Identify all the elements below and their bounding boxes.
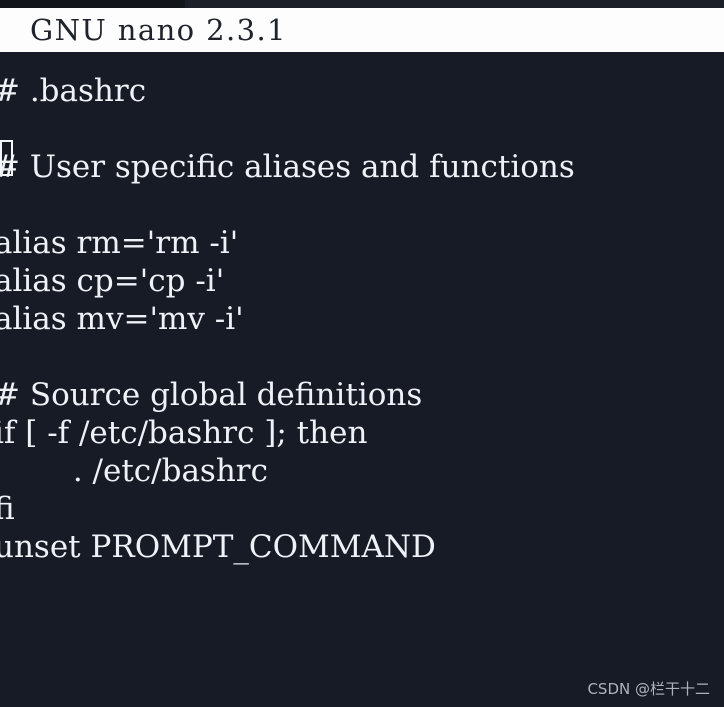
editor-line[interactable]: fi [0, 490, 724, 528]
editor-line[interactable]: if [ -f /etc/bashrc ]; then [0, 414, 724, 452]
editor-lines[interactable]: # .bashrc # User specific aliases and fu… [0, 72, 724, 566]
editor-line[interactable]: . /etc/bashrc [0, 452, 724, 490]
top-strip-left-segment [0, 0, 185, 8]
editor-line[interactable]: alias mv='mv -i' [0, 300, 724, 338]
top-strip [0, 0, 724, 8]
editor-line[interactable] [0, 338, 724, 376]
editor-line[interactable]: alias rm='rm -i' [0, 224, 724, 262]
editor-line[interactable]: # User specific aliases and functions [0, 148, 724, 186]
csdn-watermark: CSDN @栏干十二 [587, 680, 710, 698]
editor-text-area[interactable]: # .bashrc # User specific aliases and fu… [0, 52, 724, 707]
editor-line[interactable]: alias cp='cp -i' [0, 262, 724, 300]
editor-line[interactable]: # .bashrc [0, 72, 724, 110]
nano-title-bar: GNU nano 2.3.1 [0, 8, 724, 52]
editor-line[interactable]: unset PROMPT_COMMAND [0, 528, 724, 566]
nano-editor-screenshot: GNU nano 2.3.1 # .bashrc # User specific… [0, 0, 724, 707]
editor-line[interactable]: # Source global definitions [0, 376, 724, 414]
editor-line[interactable] [0, 110, 724, 148]
editor-line[interactable] [0, 186, 724, 224]
nano-title-text: GNU nano 2.3.1 [30, 13, 287, 47]
